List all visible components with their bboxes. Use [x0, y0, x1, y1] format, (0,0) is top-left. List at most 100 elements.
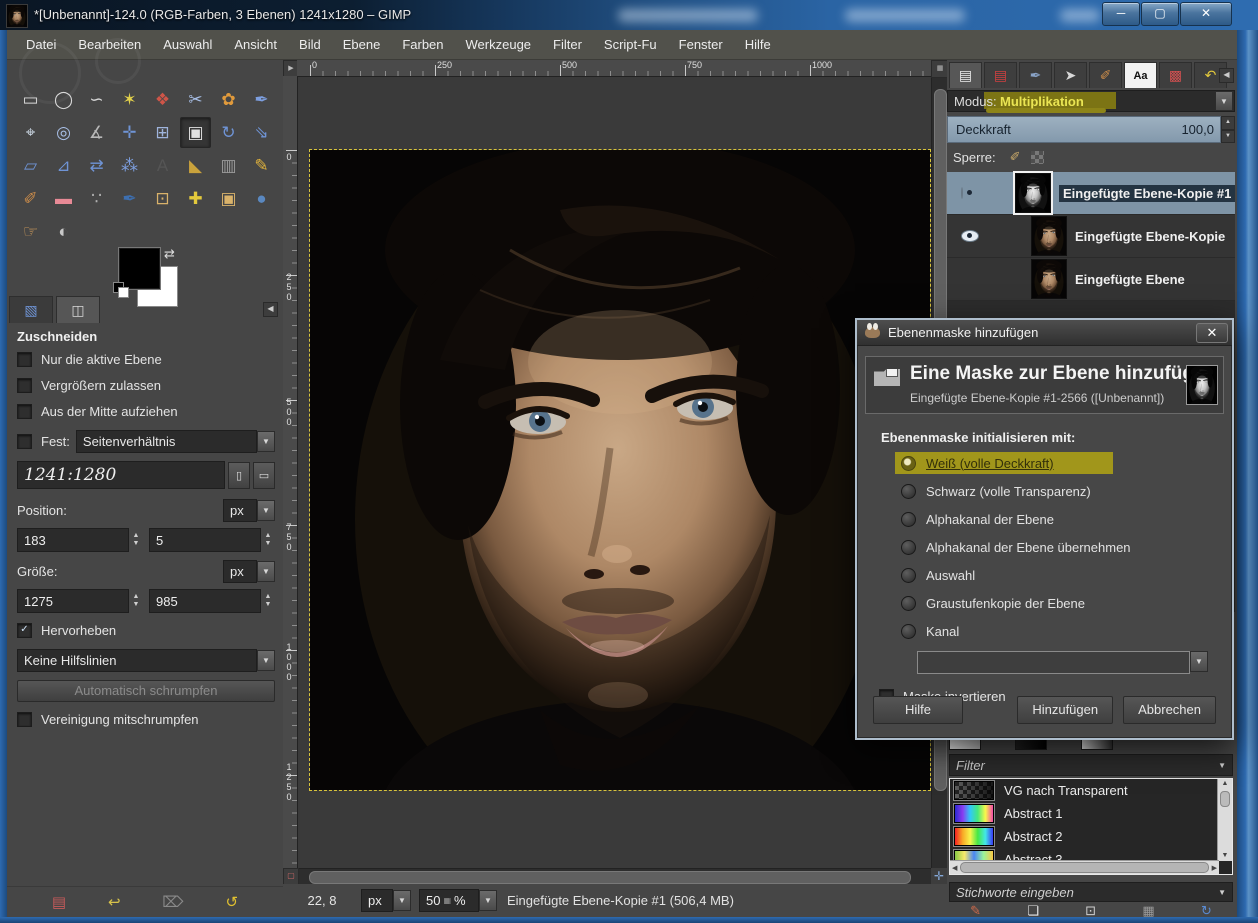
chevron-down-icon[interactable]: ▼: [393, 890, 411, 911]
gradient-action-icon[interactable]: ❏: [1027, 904, 1039, 917]
gradient-filter-row[interactable]: Filter ▼: [949, 754, 1233, 776]
dock-tab[interactable]: ▤: [984, 62, 1017, 88]
minimize-button[interactable]: ─: [1102, 2, 1140, 26]
toolbox-tool[interactable]: ⇄: [81, 150, 112, 181]
toolbox-tool[interactable]: ✿: [213, 84, 244, 115]
vertical-ruler[interactable]: 025050075010001250: [283, 76, 298, 868]
layer-name[interactable]: Eingefügte Ebene-Kopie: [1075, 229, 1225, 244]
window-titlebar[interactable]: *[Unbenannt]-124.0 (RGB-Farben, 3 Ebenen…: [0, 0, 1258, 30]
gradient-action-icon[interactable]: ⊡: [1085, 904, 1096, 917]
toolbox-tool[interactable]: ☞: [15, 216, 46, 247]
help-button[interactable]: Hilfe: [873, 696, 963, 724]
dialog-close-button[interactable]: ✕: [1196, 323, 1228, 343]
tool-options-button-icon[interactable]: ↺: [225, 893, 238, 911]
toolbox-tool[interactable]: A: [147, 150, 178, 181]
tool-options-button-icon[interactable]: ▤: [52, 893, 66, 911]
checkbox-highlight[interactable]: ✓: [17, 623, 32, 638]
toolbox-tool[interactable]: ✐: [15, 183, 46, 214]
gradient-action-icon[interactable]: ✎: [970, 904, 981, 917]
spinner-arrows[interactable]: ▲▼: [261, 593, 275, 609]
toolbox-tool[interactable]: ✂: [180, 84, 211, 115]
toolbox-tool[interactable]: ⊡: [147, 183, 178, 214]
toolbox-tool[interactable]: ⊞: [147, 117, 178, 148]
autoshrink-button[interactable]: Automatisch schrumpfen: [17, 680, 275, 702]
mask-init-option[interactable]: Auswahl: [901, 567, 1232, 583]
dock-tab[interactable]: ✒: [1019, 62, 1052, 88]
checkbox-shrink-merged[interactable]: [17, 712, 32, 727]
radio-icon[interactable]: [901, 624, 916, 639]
layer-name[interactable]: Eingefügte Ebene-Kopie #1: [1059, 185, 1235, 202]
dock-tab[interactable]: ▤: [949, 62, 982, 88]
position-unit[interactable]: px: [223, 499, 257, 522]
horizontal-ruler[interactable]: 02505007501000: [297, 60, 931, 77]
chevron-down-icon[interactable]: ▼: [257, 431, 275, 452]
spinner-arrows[interactable]: ▲▼: [129, 593, 143, 609]
chevron-down-icon[interactable]: ▼: [257, 561, 275, 582]
layer-row[interactable]: Eingefügte Ebene: [947, 258, 1235, 301]
gradient-list-item[interactable]: Abstract 2: [950, 825, 1232, 848]
toolbox-tool[interactable]: ◯: [48, 84, 79, 115]
menu-item[interactable]: Werkzeuge: [455, 30, 543, 60]
toolbox-tool[interactable]: ⌖: [15, 117, 46, 148]
navigation-button[interactable]: ✛: [931, 868, 947, 884]
toolbox-tool[interactable]: ◣: [180, 150, 211, 181]
checkbox-allow-grow[interactable]: [17, 378, 32, 393]
toolbox-tool[interactable]: ▭: [15, 84, 46, 115]
radio-icon[interactable]: [901, 596, 916, 611]
radio-icon[interactable]: [901, 484, 916, 499]
toolbox-tool[interactable]: ✎: [246, 150, 277, 181]
chevron-down-icon[interactable]: ▼: [1218, 761, 1226, 770]
zoom-input[interactable]: 50 ▦ %: [419, 889, 479, 912]
position-x-input[interactable]: 183: [17, 528, 129, 552]
collapse-dock-button[interactable]: ◀: [263, 302, 278, 317]
gradient-tags-row[interactable]: Stichworte eingeben ▼: [949, 882, 1233, 902]
mask-init-option[interactable]: Schwarz (volle Transparenz): [901, 483, 1232, 499]
toolbox-tool[interactable]: ✛: [114, 117, 145, 148]
tool-options-button-icon[interactable]: ⌦: [162, 893, 183, 911]
checkbox-from-center[interactable]: [17, 404, 32, 419]
landscape-orientation-button[interactable]: ▭: [253, 462, 275, 489]
unit-dropdown[interactable]: px: [361, 889, 393, 912]
menu-item[interactable]: Filter: [542, 30, 593, 60]
toolbox-tool[interactable]: ∵: [81, 183, 112, 214]
gradient-list-vscroll[interactable]: ▲ ▼: [1217, 779, 1232, 861]
mask-init-option[interactable]: Alphakanal der Ebene: [901, 511, 1232, 527]
opacity-slider[interactable]: Deckkraft 100,0: [947, 116, 1221, 143]
collapse-dock-button[interactable]: ◀: [1219, 68, 1234, 83]
layer-visibility-eye-icon[interactable]: [961, 230, 979, 242]
swap-colors-icon[interactable]: ⇄: [164, 246, 175, 262]
menu-item[interactable]: Ansicht: [223, 30, 288, 60]
dock-tab[interactable]: ✐: [1089, 62, 1122, 88]
toolbox-tool[interactable]: ✒: [246, 84, 277, 115]
menu-item[interactable]: Hilfe: [734, 30, 782, 60]
canvas-horizontal-scrollbar[interactable]: [297, 868, 931, 885]
toolbox-tool[interactable]: ◐: [48, 216, 79, 247]
layer-mode-row[interactable]: Modus: Multiplikation ▼: [947, 90, 1235, 112]
radio-icon[interactable]: [901, 540, 916, 555]
layer-row[interactable]: Eingefügte Ebene-Kopie: [947, 215, 1235, 258]
toolbox-tool[interactable]: ⊿: [48, 150, 79, 181]
toolbox-tool[interactable]: ∡: [81, 117, 112, 148]
fixed-dropdown[interactable]: Seitenverhältnis: [76, 430, 257, 453]
toolbox-tool[interactable]: ◎: [48, 117, 79, 148]
layer-name[interactable]: Eingefügte Ebene: [1075, 272, 1185, 287]
maximize-button[interactable]: ▢: [1141, 2, 1179, 26]
dialog-titlebar[interactable]: Ebenenmaske hinzufügen ✕: [857, 320, 1232, 346]
toolbox-tool[interactable]: ✶: [114, 84, 145, 115]
channel-dropdown[interactable]: [917, 651, 1190, 674]
gradient-list-item[interactable]: Abstract 1: [950, 802, 1232, 825]
scrollbar-thumb[interactable]: [309, 871, 911, 884]
lock-alpha-icon[interactable]: [1031, 151, 1044, 164]
mask-init-option[interactable]: Graustufenkopie der Ebene: [901, 595, 1232, 611]
menu-item[interactable]: Fenster: [668, 30, 734, 60]
tool-options-button-icon[interactable]: ↩: [108, 893, 121, 911]
size-width-input[interactable]: 1275: [17, 589, 129, 613]
toolbox-tool[interactable]: ∽: [81, 84, 112, 115]
toolbox-tool[interactable]: ⁂: [114, 150, 145, 181]
menu-item[interactable]: Script-Fu: [593, 30, 668, 60]
add-button[interactable]: Hinzufügen: [1017, 696, 1113, 724]
checkbox-fixed[interactable]: [17, 434, 32, 449]
toolbox-tool[interactable]: ▣: [180, 117, 211, 148]
toolbox-tool[interactable]: ⇘: [246, 117, 277, 148]
guides-dropdown[interactable]: Keine Hilfslinien: [17, 649, 257, 672]
